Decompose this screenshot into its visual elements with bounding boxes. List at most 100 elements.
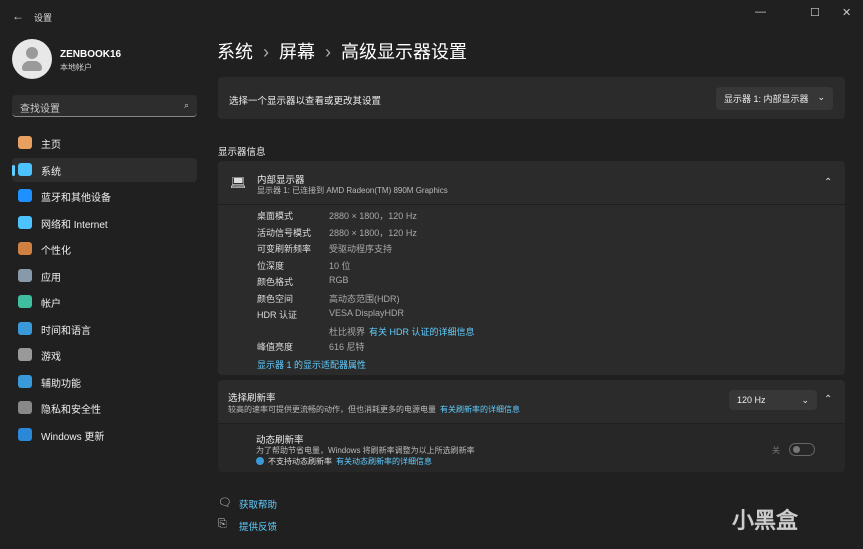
sidebar-item-9[interactable]: 辅助功能	[12, 370, 197, 394]
display-title: 内部显示器	[257, 175, 305, 186]
info-value: VESA DisplayHDR	[329, 308, 405, 318]
sidebar-item-3[interactable]: 网络和 Internet	[12, 211, 197, 235]
refresh-rate-title: 选择刷新率	[228, 393, 276, 404]
info-value: 2880 × 1800，120 Hz	[329, 211, 417, 221]
sidebar-item-8[interactable]: 游戏	[12, 343, 197, 367]
display-dropdown[interactable]: 显示器 1: 内部显示器 ⌄	[716, 87, 833, 110]
feedback-link[interactable]: 提供反馈	[239, 519, 277, 533]
chevron-down-icon: ⌄	[801, 395, 809, 405]
watermark-logo: 小黑盒	[732, 508, 799, 533]
sidebar-icon	[18, 374, 32, 388]
refresh-rate-dropdown[interactable]: 120 Hz ⌄	[729, 390, 817, 410]
sidebar-item-11[interactable]: Windows 更新	[12, 423, 197, 447]
info-key: 桌面模式	[257, 211, 294, 221]
info-key: 颜色格式	[257, 277, 294, 287]
sidebar-item-2[interactable]: 蓝牙和其他设备	[12, 184, 197, 208]
display-subtitle: 显示器 1: 已连接到 AMD Radeon(TM) 890M Graphics	[257, 186, 448, 195]
avatar[interactable]	[12, 39, 52, 79]
display-info-header[interactable]: 💻︎ 内部显示器 显示器 1: 已连接到 AMD Radeon(TM) 890M…	[218, 161, 845, 205]
dynamic-refresh-desc: 为了帮助节省电量，Windows 将刷新率调整为以上所选刷新率	[256, 446, 475, 455]
sidebar-item-4[interactable]: 个性化	[12, 237, 197, 261]
info-key: 活动信号模式	[257, 227, 312, 238]
refresh-rate-value: 120 Hz	[737, 395, 766, 405]
sidebar-item-0[interactable]: 主页	[12, 131, 197, 155]
info-key: 位深度	[257, 260, 285, 271]
sidebar-icon	[18, 189, 32, 202]
info-key: 可变刷新频率	[257, 244, 312, 254]
sidebar-item-7[interactable]: 时间和语言	[12, 317, 197, 341]
sidebar-item-label: 蓝牙和其他设备	[41, 193, 111, 204]
sidebar-icon	[18, 242, 32, 255]
refresh-rate-desc: 较高的速率可提供更流畅的动作，但也消耗更多的电源电量	[228, 405, 436, 414]
sidebar-item-6[interactable]: 帐户	[12, 290, 197, 314]
sidebar-item-label: 应用	[41, 272, 61, 284]
maximize-button[interactable]: ☐	[810, 6, 820, 19]
display-dropdown-value: 显示器 1: 内部显示器	[724, 94, 809, 104]
sidebar-item-label: 辅助功能	[41, 378, 81, 390]
info-key: 峰值亮度	[257, 342, 294, 352]
dynamic-refresh-note: 不支持动态刷新率	[268, 457, 332, 466]
sidebar-item-label: 网络和 Internet	[41, 219, 108, 231]
title-bar: ← 设置 — ☐ ✕	[0, 0, 863, 32]
sidebar-item-label: Windows 更新	[41, 431, 105, 443]
sidebar-item-1[interactable]: 系统	[12, 157, 197, 182]
dolby-vision: 杜比视界	[329, 327, 366, 337]
adapter-properties-link[interactable]: 显示器 1 的显示适配器属性	[257, 358, 366, 371]
sidebar-icon	[18, 348, 32, 361]
info-key: HDR 认证	[257, 310, 297, 320]
info-icon	[256, 457, 264, 465]
sidebar-item-label: 系统	[41, 166, 61, 178]
refresh-rate-link[interactable]: 有关刷新率的详细信息	[440, 404, 520, 415]
chevron-down-icon: ⌄	[817, 92, 825, 102]
dynamic-refresh-toggle[interactable]	[789, 443, 815, 456]
sidebar-icon	[18, 427, 32, 441]
get-help-link[interactable]: 获取帮助	[239, 497, 277, 511]
info-value: 2880 × 1800，120 Hz	[329, 227, 417, 238]
close-button[interactable]: ✕	[842, 6, 851, 19]
sidebar-icon	[18, 136, 32, 149]
dynamic-refresh-card: 动态刷新率 为了帮助节省电量，Windows 将刷新率调整为以上所选刷新率 不支…	[218, 424, 845, 472]
breadcrumb: 系统 › 屏幕 › 高级显示器设置	[217, 38, 467, 64]
dynamic-refresh-link[interactable]: 有关动态刷新率的详细信息	[336, 456, 432, 467]
app-title: 设置	[34, 13, 53, 23]
dynamic-refresh-title: 动态刷新率	[256, 435, 304, 446]
sidebar-icon	[18, 295, 32, 308]
info-value: 616 尼特	[329, 342, 365, 352]
search-input[interactable]: 查找设置 ⌕	[12, 95, 197, 117]
sidebar-item-label: 帐户	[41, 299, 61, 310]
sidebar-item-label: 隐私和安全性	[41, 405, 101, 416]
info-value: 高动态范围(HDR)	[329, 293, 400, 304]
sidebar-icon	[18, 321, 32, 335]
account-type: 本地帐户	[60, 63, 92, 72]
user-name: ZENBOOK16	[60, 49, 122, 60]
select-display-card: 选择一个显示器以查看或更改其设置 显示器 1: 内部显示器 ⌄	[218, 77, 845, 119]
laptop-icon: 💻︎	[230, 175, 247, 190]
info-value: RGB	[329, 275, 349, 285]
breadcrumb-display[interactable]: 屏幕	[279, 42, 315, 62]
chevron-up-icon[interactable]: ⌃	[824, 177, 832, 188]
chevron-up-icon[interactable]: ⌃	[824, 394, 832, 405]
sidebar-item-10[interactable]: 隐私和安全性	[12, 396, 197, 420]
breadcrumb-system[interactable]: 系统	[217, 42, 253, 62]
back-button[interactable]: ←	[12, 9, 24, 23]
sidebar-icon	[18, 268, 32, 282]
minimize-button[interactable]: —	[755, 6, 766, 18]
search-icon[interactable]: ⌕	[184, 100, 189, 111]
feedback-icon: ⎘	[218, 518, 227, 530]
section-title: 显示器信息	[218, 147, 266, 158]
info-value: 10 位	[329, 260, 351, 271]
sidebar-item-label: 游戏	[41, 352, 61, 363]
help-icon: 🗨︎	[218, 497, 232, 509]
sidebar-item-label: 主页	[41, 140, 61, 151]
toggle-state: 关	[772, 446, 780, 455]
info-key: 颜色空间	[257, 293, 294, 304]
select-display-label: 选择一个显示器以查看或更改其设置	[229, 96, 382, 107]
refresh-rate-card: 选择刷新率 较高的速率可提供更流畅的动作，但也消耗更多的电源电量 有关刷新率的详…	[218, 380, 845, 423]
chevron-right-icon: ›	[325, 42, 331, 62]
sidebar-icon	[18, 401, 32, 414]
sidebar-item-5[interactable]: 应用	[12, 264, 197, 288]
sidebar-icon	[18, 162, 32, 176]
info-value: 受驱动程序支持	[329, 244, 393, 254]
hdr-cert-link[interactable]: 有关 HDR 认证的详细信息	[369, 325, 475, 338]
search-placeholder: 查找设置	[20, 104, 60, 115]
